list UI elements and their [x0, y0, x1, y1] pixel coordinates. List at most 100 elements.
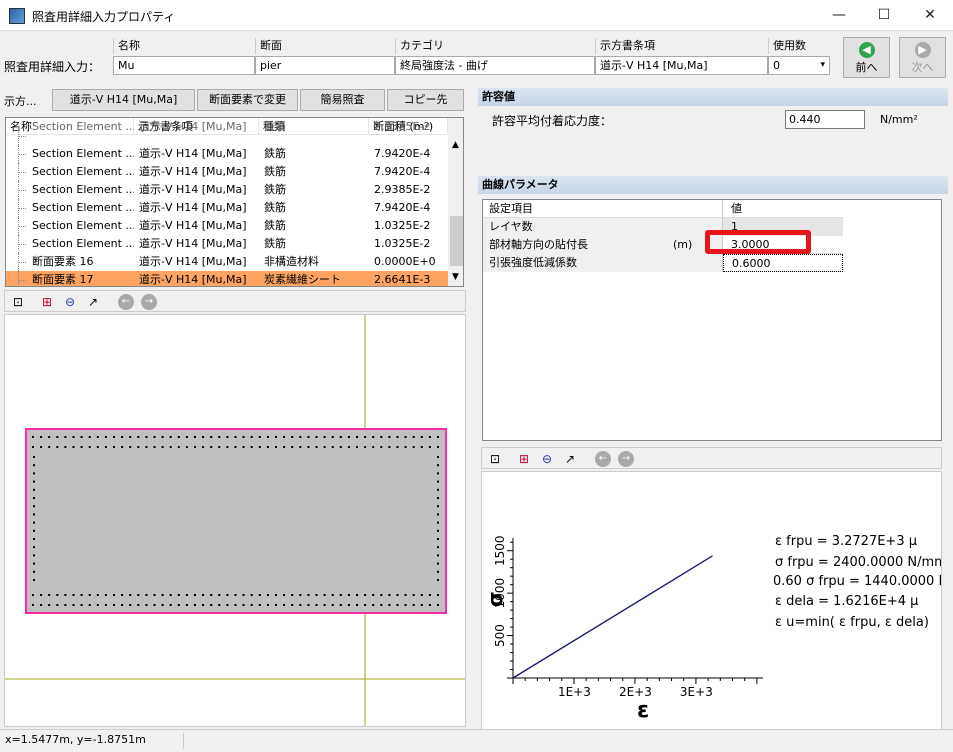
rebar-dot — [428, 436, 431, 438]
rebar-dot — [169, 594, 172, 596]
list-item[interactable]: Section Element ... 道示-V H14 [Mu,Ma] 鉄筋 1.0… — [6, 235, 448, 253]
simple-check-button[interactable]: 簡易照査 — [300, 89, 385, 111]
pan-arrow-icon[interactable]: ↗ — [562, 451, 578, 467]
zoom-window-icon[interactable]: ⊞ — [516, 451, 532, 467]
list-cell-name: Section Element ... — [32, 147, 134, 160]
rebar-dot — [315, 446, 318, 448]
list-cell-area: 7.9420E-4 — [374, 165, 431, 178]
spec-field[interactable]: 道示-V H14 [Mu,Ma] — [595, 56, 768, 75]
rebar-dot — [437, 513, 439, 516]
rebar-dot — [33, 579, 35, 581]
spec-select-button[interactable]: 道示-V H14 [Mu,Ma] — [52, 89, 195, 111]
rebar-dot — [299, 446, 302, 448]
rebar-dot — [404, 436, 407, 438]
scroll-thumb[interactable] — [450, 216, 463, 266]
list-item[interactable]: 断面要素 16 道示-V H14 [Mu,Ma] 非構造材料 0.0000E+0 — [6, 253, 448, 271]
zoom-out-icon[interactable]: ⊖ — [539, 451, 555, 467]
minimize-button[interactable]: — — [816, 0, 862, 31]
list-item[interactable]: 断面要素 17 道示-V H14 [Mu,Ma] 炭素繊維シート 2.6641E-3 — [6, 271, 448, 286]
rebar-dot — [202, 604, 205, 606]
rebar-dot — [364, 446, 367, 448]
rebar-dot — [388, 604, 391, 606]
graph-view-toolbar: ⊡ ⊞ ⊖ ↗ ← → — [481, 447, 942, 469]
zoom-window-icon[interactable]: ⊞ — [39, 294, 55, 310]
list-cell-area: 2.9385E-2 — [374, 183, 431, 196]
forward-icon[interactable]: → — [141, 294, 157, 310]
rebar-dot — [331, 436, 334, 438]
rebar-dot — [137, 446, 140, 448]
header-col-section: 断面 — [255, 38, 395, 54]
rebar-dot — [72, 446, 75, 448]
list-scrollbar[interactable]: ▲ ▼ — [448, 118, 463, 286]
list-item[interactable]: Section Element ... 道示-V H14 [Mu,Ma] 鉄筋 7.9… — [6, 145, 448, 163]
rebar-dot — [32, 604, 34, 606]
name-field[interactable]: Mu — [113, 56, 255, 75]
rebar-dot — [437, 436, 439, 438]
list-item[interactable]: Section Element ... 道示-V H14 [Mu,Ma] 鉄筋 1.0… — [6, 217, 448, 235]
forward-icon[interactable]: → — [618, 451, 634, 467]
back-icon[interactable]: ← — [118, 294, 134, 310]
rebar-dot — [113, 436, 115, 438]
curve-parameter-grid[interactable]: 設定項目 値 レイヤ数 1 部材軸方向の貼付長 (m) 3.0000 引張強度低… — [482, 199, 942, 441]
list-item[interactable]: Section Element ... 道示-V H14 [Mu,Ma] 鉄筋 2.9… — [6, 181, 448, 199]
rebar-dot — [32, 436, 34, 438]
rebar-dot — [33, 472, 35, 475]
list-cell-area: 7.9420E-4 — [374, 201, 431, 214]
rebar-dot — [437, 546, 439, 549]
rebar-dot — [137, 436, 140, 438]
rebar-dot — [210, 446, 213, 448]
list-item[interactable]: Section Element ... 道示-V H14 [Mu,Ma] 鉄筋 7.9… — [6, 163, 448, 181]
rebar-dot — [226, 594, 229, 596]
change-by-element-button[interactable]: 断面要素で変更 — [197, 89, 298, 111]
grid-value[interactable]: 0.6000 — [723, 254, 843, 272]
next-button[interactable]: ▶ 次へ — [899, 37, 946, 78]
arrow-left-icon: ◀ — [858, 42, 875, 58]
close-button[interactable]: ✕ — [907, 0, 953, 31]
zoom-out-icon[interactable]: ⊖ — [62, 294, 78, 310]
rebar-dot — [339, 604, 342, 606]
rebar-dot — [153, 436, 156, 438]
rebar-dot — [331, 446, 334, 448]
rebar-dot — [40, 436, 43, 438]
fit-view-icon[interactable]: ⊡ — [10, 294, 26, 310]
next-button-label: 次へ — [911, 61, 934, 74]
fit-view-icon[interactable]: ⊡ — [487, 451, 503, 467]
rebar-dot — [185, 594, 188, 596]
grid-row-reduction[interactable]: 引張強度低減係数 0.6000 — [483, 254, 843, 272]
rebar-dot — [258, 436, 261, 438]
rebar-dot — [137, 604, 140, 606]
rebar-dot — [380, 436, 383, 438]
section-drawing-canvas[interactable] — [4, 314, 466, 727]
prev-button[interactable]: ◀ 前へ — [843, 37, 890, 78]
arrow-right-icon: ▶ — [914, 42, 931, 58]
list-item[interactable]: Section Element ... 道示-V H14 [Mu,Ma] 鉄筋 7.9… — [6, 199, 448, 217]
rebar-dot — [258, 594, 261, 596]
category-field[interactable]: 終局強度法 - 曲げ — [395, 56, 595, 75]
legend-line: ε u=min( ε frpu, ε dela) — [775, 615, 929, 630]
rebar-dot — [404, 446, 407, 448]
rebar-dot — [323, 594, 326, 596]
rebar-dot — [88, 446, 91, 448]
copy-to-button[interactable]: コピー先 — [387, 89, 464, 111]
rebar-dot — [437, 446, 439, 448]
rebar-dot — [104, 436, 107, 438]
rebar-dot — [145, 436, 148, 438]
rebar-dot — [169, 446, 172, 448]
rebar-dot — [153, 604, 156, 606]
back-icon[interactable]: ← — [595, 451, 611, 467]
tree-branch — [18, 208, 26, 209]
stress-strain-canvas[interactable]: 1E+3 2E+3 3E+3 500 1000 1500 ε σ ε frpu = 3.2… — [481, 471, 948, 745]
section-field[interactable]: pier — [255, 56, 395, 75]
count-dropdown[interactable]: 0 ▾ — [768, 56, 830, 75]
rebar-dot — [428, 594, 431, 596]
list-cell-spec: 道示-V H14 [Mu,Ma] — [139, 147, 247, 160]
section-element-list[interactable]: 名称 示方書条項 種類 断面積 (m²) Section Element ...… — [5, 117, 464, 287]
rebar-dot — [185, 436, 188, 438]
allowable-bond-input[interactable]: 0.440 — [785, 110, 865, 129]
header-col-category: カテゴリ — [395, 38, 595, 54]
rebar-dot — [129, 436, 132, 438]
maximize-button[interactable]: ☐ — [861, 0, 907, 31]
pan-arrow-icon[interactable]: ↗ — [85, 294, 101, 310]
list-item[interactable]: Section Element ... 道示-V H14 [Mu,Ma] 鉄筋 2.9… — [6, 120, 448, 145]
rebar-dot — [185, 446, 188, 448]
